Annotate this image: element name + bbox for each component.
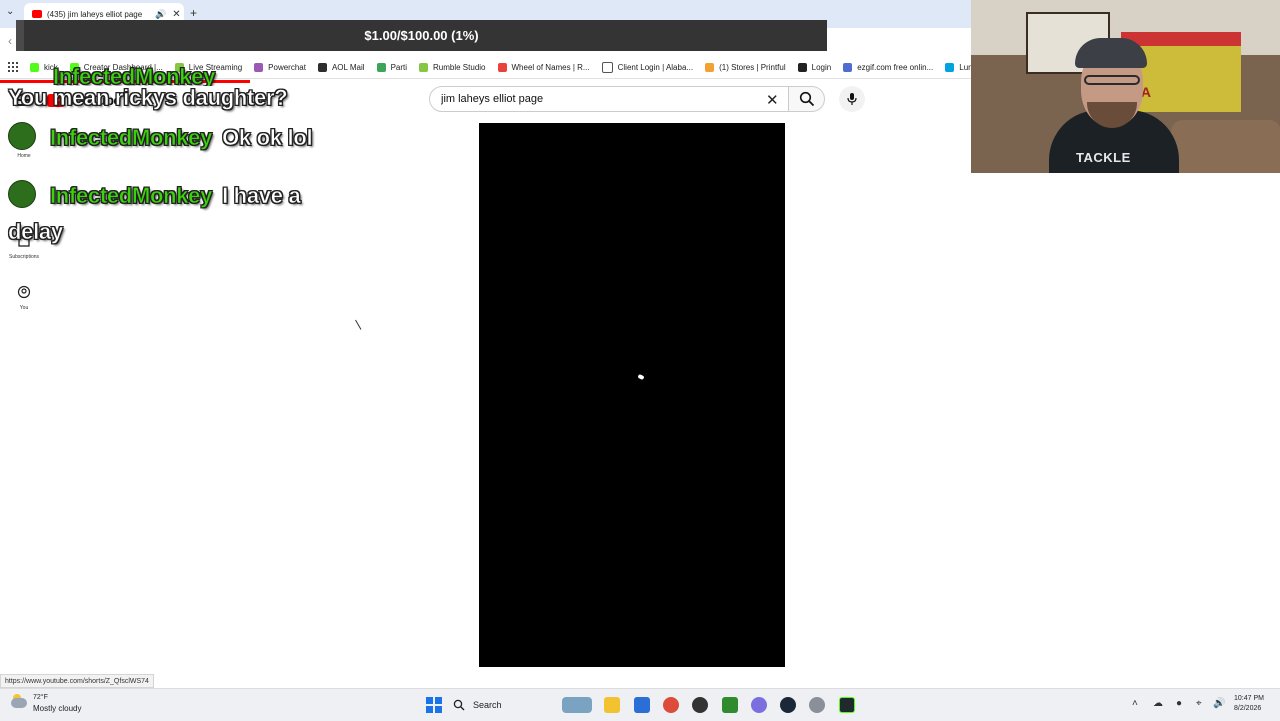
- windows-start-icon[interactable]: [426, 697, 442, 713]
- bookmark-favicon-icon: [797, 62, 807, 72]
- bookmark-label: ezgif.com free onlin...: [857, 62, 934, 72]
- donation-goal-text: $1.00/$100.00 (1%): [364, 28, 479, 43]
- xbox-icon[interactable]: [722, 697, 738, 713]
- chrome-icon[interactable]: [663, 697, 679, 713]
- bookmark-label: (1) Stores | Printful: [719, 62, 786, 72]
- file-explorer-icon[interactable]: [604, 697, 620, 713]
- bookmark-favicon-icon: [601, 61, 613, 73]
- obs-icon[interactable]: [692, 697, 708, 713]
- clock-time[interactable]: 10:47 PM: [1234, 695, 1264, 702]
- search-button[interactable]: [789, 86, 825, 112]
- bookmark-label: Rumble Studio: [433, 62, 486, 72]
- weather-temperature[interactable]: 72°F: [33, 694, 48, 701]
- kick-app-icon[interactable]: [839, 697, 855, 713]
- chat-avatar: [8, 180, 36, 208]
- bookmark-favicon-icon: [419, 62, 429, 72]
- bookmark-favicon-icon: [497, 62, 507, 72]
- widgets-landscape-icon[interactable]: [562, 697, 592, 713]
- loading-spinner-icon: [637, 373, 645, 381]
- mouse-cursor-icon: [356, 321, 362, 331]
- webcam-overlay: TEA TACKLE: [971, 0, 1280, 173]
- tab-title: (435) jim laheys elliot page: [47, 9, 143, 19]
- bookmark-label: Client Login | Alaba...: [617, 62, 694, 72]
- new-tab-icon[interactable]: +: [190, 6, 197, 20]
- bookmark-label: Parti: [390, 62, 408, 72]
- taskbar-search-label: Search: [473, 700, 502, 710]
- taskbar-search[interactable]: Search: [453, 695, 553, 715]
- bookmark-item[interactable]: Login: [797, 62, 832, 72]
- sidebar-label-subscriptions: Subscriptions: [8, 254, 39, 260]
- youtube-favicon-icon: [32, 10, 42, 18]
- bookmark-item[interactable]: Client Login | Alaba...: [601, 61, 694, 73]
- search-icon: [453, 699, 465, 711]
- onedrive-cloud-icon[interactable]: ☁: [1153, 698, 1163, 709]
- clock-date[interactable]: 8/2/2026: [1234, 705, 1261, 712]
- chat-username: InfectedMonkey: [50, 183, 213, 209]
- bookmark-item[interactable]: Wheel of Names | R...: [497, 62, 590, 72]
- shorts-video-player[interactable]: [479, 123, 785, 667]
- status-bar-url: https://www.youtube.com/shorts/Z_QfsclWS…: [0, 674, 154, 688]
- shirt-text: TACKLE: [1076, 150, 1131, 165]
- sidebar-label-you: You: [19, 305, 29, 311]
- chat-avatar: [8, 122, 36, 150]
- tab-close-icon[interactable]: ✕: [172, 9, 180, 20]
- chat-username: InfectedMonkey: [50, 125, 213, 151]
- donation-goal-bar: $1.00/$100.00 (1%): [16, 20, 827, 51]
- donation-goal-fill: [16, 20, 25, 51]
- bookmark-favicon-icon: [843, 62, 853, 72]
- you-profile-icon: [17, 285, 31, 299]
- back-arrow-icon[interactable]: ‹: [8, 34, 12, 48]
- bookmark-label: Login: [811, 62, 832, 72]
- sidebar-item-you[interactable]: You: [0, 285, 48, 311]
- search-input[interactable]: [439, 92, 743, 106]
- tray-microphone-icon[interactable]: ●: [1176, 698, 1182, 709]
- bookmark-item[interactable]: ezgif.com free onlin...: [843, 62, 934, 72]
- bookmark-item[interactable]: (1) Stores | Printful: [705, 62, 786, 72]
- steam-icon[interactable]: [780, 697, 796, 713]
- chat-message-text: You mean rickys daughter?: [8, 85, 288, 111]
- volume-icon[interactable]: 🔊: [1213, 698, 1225, 709]
- discord-icon[interactable]: [751, 697, 767, 713]
- search-icon: [799, 91, 814, 107]
- voice-search-button[interactable]: [839, 86, 865, 112]
- store-icon[interactable]: [634, 697, 650, 713]
- chat-message-text: Ok ok lol: [222, 125, 313, 151]
- search-box: [429, 86, 789, 112]
- chat-message: InfectedMonkey Ok ok lol: [8, 120, 338, 156]
- bookmark-item[interactable]: Parti: [376, 62, 408, 72]
- speaker-icon[interactable]: 🔊: [155, 9, 166, 20]
- windows-taskbar: 72°F Mostly cloudy Search ˄ ☁ ● ⌖ 🔊 10:4…: [0, 688, 1280, 721]
- clear-search-icon[interactable]: ✕: [766, 91, 779, 109]
- bookmark-favicon-icon: [945, 62, 955, 72]
- microphone-icon: [847, 93, 857, 105]
- stream-chat-overlay: InfectedMonkey You mean rickys daughter?…: [8, 64, 338, 250]
- weather-cloud-icon[interactable]: [11, 698, 27, 708]
- bookmark-favicon-icon: [376, 62, 386, 72]
- tab-search-chevron-icon[interactable]: ⌄: [6, 6, 14, 17]
- bookmark-label: Wheel of Names | R...: [511, 62, 590, 72]
- weather-description[interactable]: Mostly cloudy: [33, 704, 81, 713]
- bookmark-item[interactable]: Rumble Studio: [419, 62, 486, 72]
- wifi-icon[interactable]: ⌖: [1196, 698, 1202, 709]
- tray-chevron-up-icon[interactable]: ˄: [1132, 698, 1138, 709]
- chat-message: InfectedMonkey I have a delay: [8, 178, 338, 250]
- settings-gear-icon[interactable]: [809, 697, 825, 713]
- bookmark-favicon-icon: [705, 62, 715, 72]
